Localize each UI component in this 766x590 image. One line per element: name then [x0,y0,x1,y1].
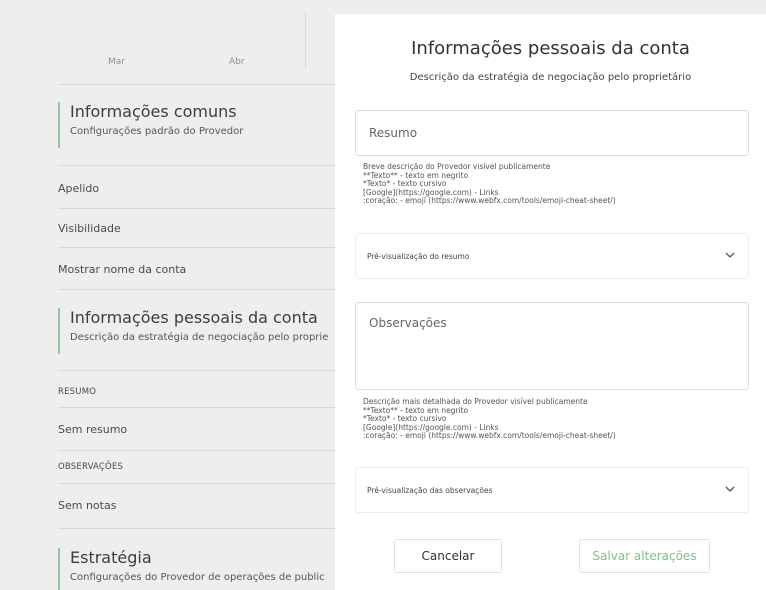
chart-divider [305,12,306,70]
summary-input[interactable] [356,111,748,155]
summary-help-text: Breve descrição do Provedor visível publ… [363,162,616,206]
setting-row-visibility[interactable]: Visibilidade [58,222,121,235]
summary-preview-label: Pré-visualização do resumo [367,252,470,261]
section-strategy: Estratégia Configurações do Provedor de … [58,548,325,590]
help-line: :coração: - emoji (https://www.webfx.com… [363,431,616,440]
section-title: Informações comuns [70,102,237,121]
help-line: :coração: - emoji (https://www.webfx.com… [363,196,616,205]
notes-label: OBSERVAÇÕES [58,462,124,472]
notes-field[interactable] [355,302,749,390]
setting-row-show-account-name[interactable]: Mostrar nome da conta [58,263,186,276]
notes-preview-label: Pré-visualização das observações [367,486,493,495]
section-common-info: Informações comuns Configurações padrão … [58,102,243,148]
section-title: Estratégia [70,548,152,567]
modal-title: Informações pessoais da conta [411,38,690,59]
summary-value: Sem resumo [58,423,128,436]
section-title: Informações pessoais da conta [70,308,318,327]
setting-row-nickname[interactable]: Apelido [58,182,99,195]
summary-field[interactable] [355,110,749,156]
notes-textarea[interactable] [356,303,748,389]
section-personal-info: Informações pessoais da conta Descrição … [58,308,328,354]
summary-preview-toggle[interactable]: Pré-visualização do resumo [355,233,749,279]
section-subtitle: Configurações do Provedor de operações d… [70,572,325,583]
section-subtitle: Descrição da estratégia de negociação pe… [70,332,329,343]
section-subtitle: Configurações padrão do Provedor [70,126,244,137]
notes-preview-toggle[interactable]: Pré-visualização das observações [355,467,749,513]
chart-month-label: Mar [108,57,125,67]
notes-value: Sem notas [58,499,117,512]
cancel-button[interactable]: Cancelar [394,539,502,573]
chart-month-label: Abr [229,57,245,67]
modal-subtitle: Descrição da estratégia de negociação pe… [409,72,692,83]
edit-personal-info-modal: Informações pessoais da conta Descrição … [335,14,766,590]
summary-label: RESUMO [58,387,97,397]
chevron-down-icon [725,486,735,492]
chevron-down-icon [725,252,735,258]
notes-help-text: Descrição mais detalhada do Provedor vis… [363,397,616,441]
save-changes-button[interactable]: Salvar alterações [579,539,710,573]
